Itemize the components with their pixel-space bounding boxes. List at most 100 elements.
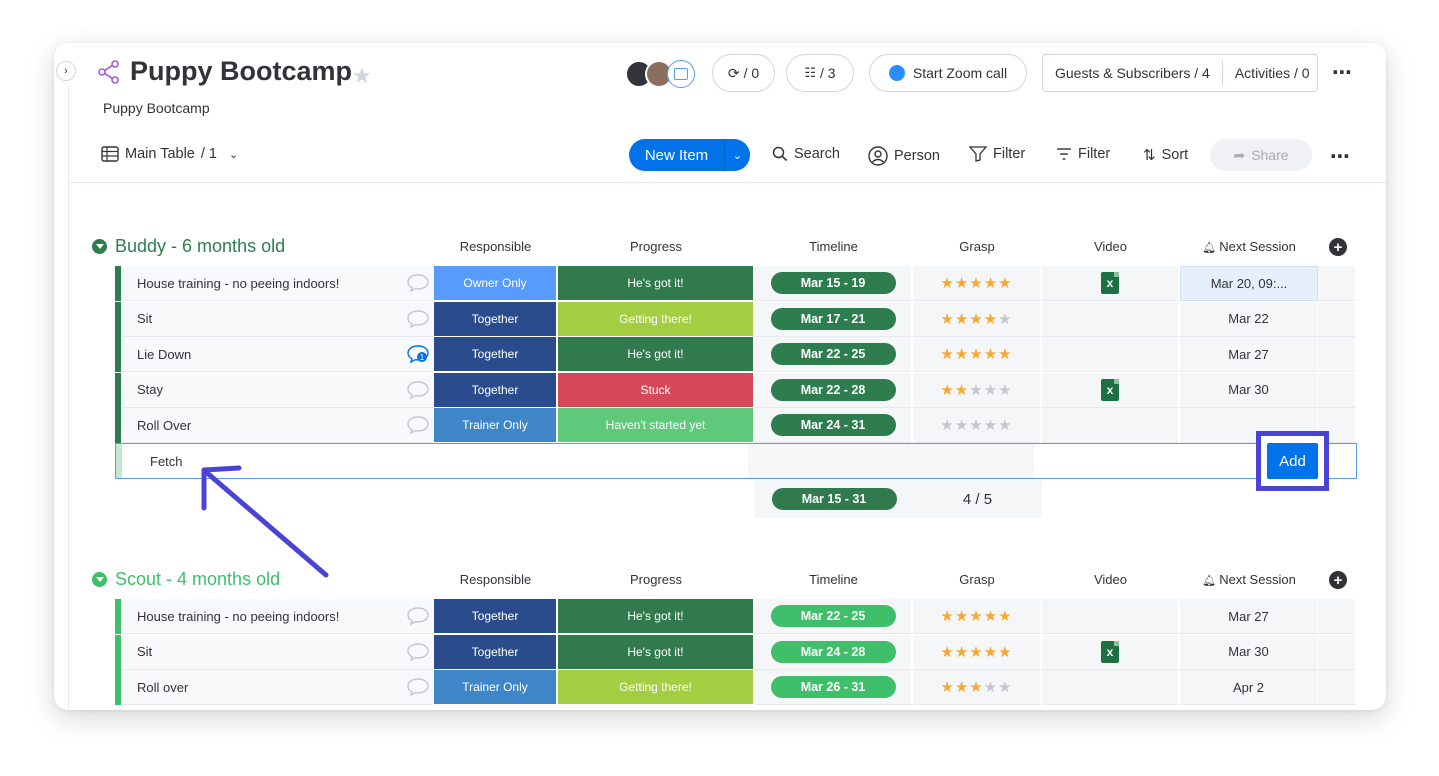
progress-status-cell[interactable]: Stuck <box>558 372 754 408</box>
responsible-cell[interactable]: Owner Only <box>434 266 557 301</box>
item-name[interactable]: Sit <box>122 634 434 670</box>
main-table-view-tab[interactable]: Main Table / 1 ⌄ <box>101 146 238 162</box>
start-zoom-call-button[interactable]: Start Zoom call <box>869 54 1027 92</box>
toolbar-more-icon[interactable]: ⋯ <box>1330 144 1350 169</box>
add-column-icon[interactable]: + <box>1329 238 1347 256</box>
table-row[interactable]: Sit Together He's got it! Mar 24 - 28 ★★★★★ x… <box>115 634 1356 670</box>
excel-file-icon[interactable]: x <box>1101 272 1119 294</box>
item-name[interactable]: Roll over <box>122 670 434 706</box>
activities-button[interactable]: Activities / 0 <box>1223 65 1322 81</box>
column-header-timeline[interactable]: Timeline <box>755 572 912 587</box>
item-name[interactable]: House training - no peeing indoors! <box>122 266 434 301</box>
column-header-next-session[interactable]: 🔔︎ Next Session <box>1180 572 1318 587</box>
item-name[interactable]: Stay <box>122 372 434 408</box>
column-header-next-session[interactable]: 🔔︎ Next Session <box>1180 239 1318 254</box>
responsible-cell[interactable]: Trainer Only <box>434 670 557 706</box>
video-file-cell[interactable] <box>1042 670 1179 706</box>
comment-icon[interactable] <box>406 273 430 293</box>
video-file-cell[interactable] <box>1042 301 1179 337</box>
person-filter-button[interactable]: Person <box>868 146 940 166</box>
grasp-rating-cell[interactable]: ★★★★★ <box>913 266 1041 301</box>
timeline-cell[interactable]: Mar 24 - 31 <box>755 408 912 444</box>
filter-advanced-button[interactable]: Filter <box>1056 146 1110 162</box>
progress-status-cell[interactable]: Getting there! <box>558 670 754 706</box>
next-session-cell[interactable]: Apr 2 <box>1180 670 1318 706</box>
comment-icon[interactable] <box>406 642 430 662</box>
group-title-buddy[interactable]: Buddy - 6 months old <box>92 236 285 257</box>
table-row[interactable]: House training - no peeing indoors! Toget… <box>115 599 1356 634</box>
guests-subscribers-button[interactable]: Guests & Subscribers / 4 <box>1043 61 1223 85</box>
video-file-cell[interactable]: x <box>1042 372 1179 408</box>
star-icon[interactable]: ★ <box>352 63 372 89</box>
comment-icon[interactable] <box>406 380 430 400</box>
video-file-cell[interactable] <box>1042 599 1179 634</box>
responsible-cell[interactable]: Together <box>434 372 557 408</box>
updates-counter[interactable]: ⟳ / 0 <box>712 54 775 92</box>
comment-icon[interactable] <box>406 415 430 435</box>
timeline-cell[interactable]: Mar 22 - 28 <box>755 372 912 408</box>
grasp-rating-cell[interactable]: ★★★★★ <box>913 670 1041 706</box>
board-description[interactable]: Puppy Bootcamp <box>103 100 210 116</box>
column-header-progress[interactable]: Progress <box>558 572 754 587</box>
timeline-cell[interactable]: Mar 24 - 28 <box>755 634 912 670</box>
responsible-cell[interactable]: Together <box>434 634 557 670</box>
progress-status-cell[interactable]: He's got it! <box>558 266 754 301</box>
grasp-rating-cell[interactable]: ★★★★★ <box>913 408 1041 444</box>
timeline-cell[interactable]: Mar 26 - 31 <box>755 670 912 706</box>
progress-status-cell[interactable]: He's got it! <box>558 634 754 670</box>
progress-status-cell[interactable]: He's got it! <box>558 599 754 634</box>
grasp-rating-cell[interactable]: ★★★★★ <box>913 372 1041 408</box>
table-row[interactable]: Roll Over Trainer Only Haven't started yet… <box>115 408 1356 444</box>
share-button[interactable]: ➦ Share <box>1210 139 1312 171</box>
grasp-rating-cell[interactable]: ★★★★★ <box>913 337 1041 373</box>
sidebar-toggle-button[interactable]: › <box>56 61 76 81</box>
comment-icon[interactable] <box>406 677 430 697</box>
table-row[interactable]: Lie Down 1 Together He's got it! Mar 22 - 25… <box>115 337 1356 373</box>
group-title-scout[interactable]: Scout - 4 months old <box>92 569 280 590</box>
item-name[interactable]: Lie Down 1 <box>122 337 434 373</box>
add-column-icon[interactable]: + <box>1329 571 1347 589</box>
comment-icon[interactable] <box>406 606 430 626</box>
video-file-cell[interactable] <box>1042 337 1179 373</box>
next-session-cell[interactable]: Mar 22 <box>1180 301 1318 337</box>
column-header-timeline[interactable]: Timeline <box>755 239 912 254</box>
board-title[interactable]: Puppy Bootcamp <box>130 56 352 87</box>
responsible-cell[interactable]: Together <box>434 337 557 373</box>
board-members[interactable] <box>625 59 697 89</box>
timeline-cell[interactable]: Mar 15 - 19 <box>755 266 912 301</box>
column-header-video[interactable]: Video <box>1042 239 1179 254</box>
automations-counter[interactable]: ☷ / 3 <box>786 54 854 92</box>
filter-button[interactable]: Filter <box>969 146 1025 162</box>
grasp-rating-cell[interactable]: ★★★★★ <box>913 301 1041 337</box>
item-name[interactable]: House training - no peeing indoors! <box>122 599 434 634</box>
column-header-responsible[interactable]: Responsible <box>434 572 557 587</box>
next-session-cell[interactable]: Mar 30 <box>1180 372 1318 408</box>
item-name[interactable]: Roll Over <box>122 408 434 444</box>
responsible-cell[interactable]: Together <box>434 599 557 634</box>
next-session-cell[interactable]: Mar 30 <box>1180 634 1318 670</box>
sort-button[interactable]: ⇅ Sort <box>1143 146 1188 164</box>
progress-status-cell[interactable]: He's got it! <box>558 337 754 373</box>
excel-file-icon[interactable]: x <box>1101 640 1119 663</box>
column-header-video[interactable]: Video <box>1042 572 1179 587</box>
next-session-cell[interactable]: Mar 20, 09:... <box>1180 266 1318 301</box>
add-button[interactable]: Add <box>1267 443 1318 479</box>
search-button[interactable]: Search <box>772 146 840 162</box>
chevron-down-icon[interactable]: ⌄ <box>725 149 750 162</box>
comment-icon[interactable]: 1 <box>406 344 430 364</box>
timeline-cell[interactable]: Mar 17 - 21 <box>755 301 912 337</box>
video-file-cell[interactable]: x <box>1042 634 1179 670</box>
collapse-group-icon[interactable] <box>92 239 107 254</box>
table-row[interactable]: Sit Together Getting there! Mar 17 - 21 ★★★★… <box>115 301 1356 337</box>
progress-status-cell[interactable]: Getting there! <box>558 301 754 337</box>
video-file-cell[interactable]: x <box>1042 266 1179 301</box>
timeline-cell[interactable]: Mar 22 - 25 <box>755 337 912 373</box>
grasp-rating-cell[interactable]: ★★★★★ <box>913 634 1041 670</box>
new-item-button[interactable]: New Item ⌄ <box>629 139 750 171</box>
next-session-cell[interactable]: Mar 27 <box>1180 337 1318 373</box>
collapse-group-icon[interactable] <box>92 572 107 587</box>
column-header-grasp[interactable]: Grasp <box>913 572 1041 587</box>
item-name[interactable]: Sit <box>122 301 434 337</box>
responsible-cell[interactable]: Together <box>434 301 557 337</box>
column-header-responsible[interactable]: Responsible <box>434 239 557 254</box>
